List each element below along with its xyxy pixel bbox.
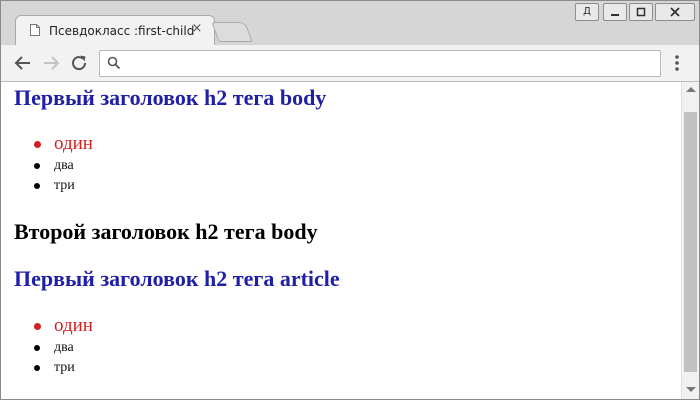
- heading-body-second: Второй заголовок h2 тега body: [14, 219, 318, 244]
- forward-arrow-icon[interactable]: [39, 51, 63, 75]
- page-icon: [30, 24, 40, 36]
- bullet-icon: [34, 323, 41, 330]
- list-item-first: один: [14, 313, 93, 338]
- maximize-button[interactable]: [629, 3, 653, 21]
- list-item-text: один: [54, 315, 93, 336]
- tab-title: Псевдокласс :first-child: [49, 24, 195, 38]
- user-button[interactable]: Д: [575, 3, 599, 21]
- minimize-button[interactable]: [603, 3, 627, 21]
- list-item-text: три: [54, 360, 75, 375]
- scroll-down-arrow-icon[interactable]: [686, 387, 696, 392]
- list-item: три: [14, 176, 93, 196]
- bullet-icon: [34, 163, 40, 169]
- address-bar[interactable]: [99, 50, 661, 77]
- list-item: два: [14, 156, 93, 176]
- menu-icon[interactable]: [667, 52, 687, 74]
- list-body: один два три: [14, 131, 93, 196]
- close-tab-icon[interactable]: ×: [190, 22, 204, 36]
- maximize-icon: [636, 7, 646, 17]
- list-item-first: один: [14, 131, 93, 156]
- bullet-icon: [34, 183, 40, 189]
- heading-article-first: Первый заголовок h2 тега article: [14, 266, 340, 291]
- vertical-scrollbar[interactable]: [681, 82, 699, 399]
- browser-toolbar: [1, 45, 699, 82]
- new-tab-button[interactable]: [211, 22, 253, 42]
- list-item-text: два: [54, 158, 74, 173]
- search-icon: [107, 56, 121, 70]
- list-item-text: два: [54, 340, 74, 355]
- close-icon: [670, 7, 680, 17]
- reload-icon[interactable]: [67, 51, 91, 75]
- bullet-icon: [34, 141, 41, 148]
- back-arrow-icon[interactable]: [11, 51, 35, 75]
- scroll-up-arrow-icon[interactable]: [686, 87, 696, 92]
- heading-body-first: Первый заголовок h2 тега body: [14, 85, 327, 110]
- bullet-icon: [34, 345, 40, 351]
- list-item-text: три: [54, 178, 75, 193]
- close-window-button[interactable]: [655, 3, 695, 21]
- list-item-text: один: [54, 133, 93, 154]
- browser-window: Псевдокласс :first-child × Д Первый заго…: [0, 0, 700, 400]
- address-input[interactable]: [128, 53, 652, 75]
- page-viewport: Первый заголовок h2 тега body один два т…: [1, 82, 681, 399]
- list-item: три: [14, 358, 93, 378]
- list-article: один два три: [14, 313, 93, 378]
- list-item: два: [14, 338, 93, 358]
- scroll-thumb[interactable]: [684, 112, 697, 372]
- minimize-icon: [611, 14, 619, 16]
- browser-tab[interactable]: Псевдокласс :first-child ×: [15, 15, 215, 46]
- bullet-icon: [34, 365, 40, 371]
- title-bar: Псевдокласс :first-child × Д: [1, 1, 699, 46]
